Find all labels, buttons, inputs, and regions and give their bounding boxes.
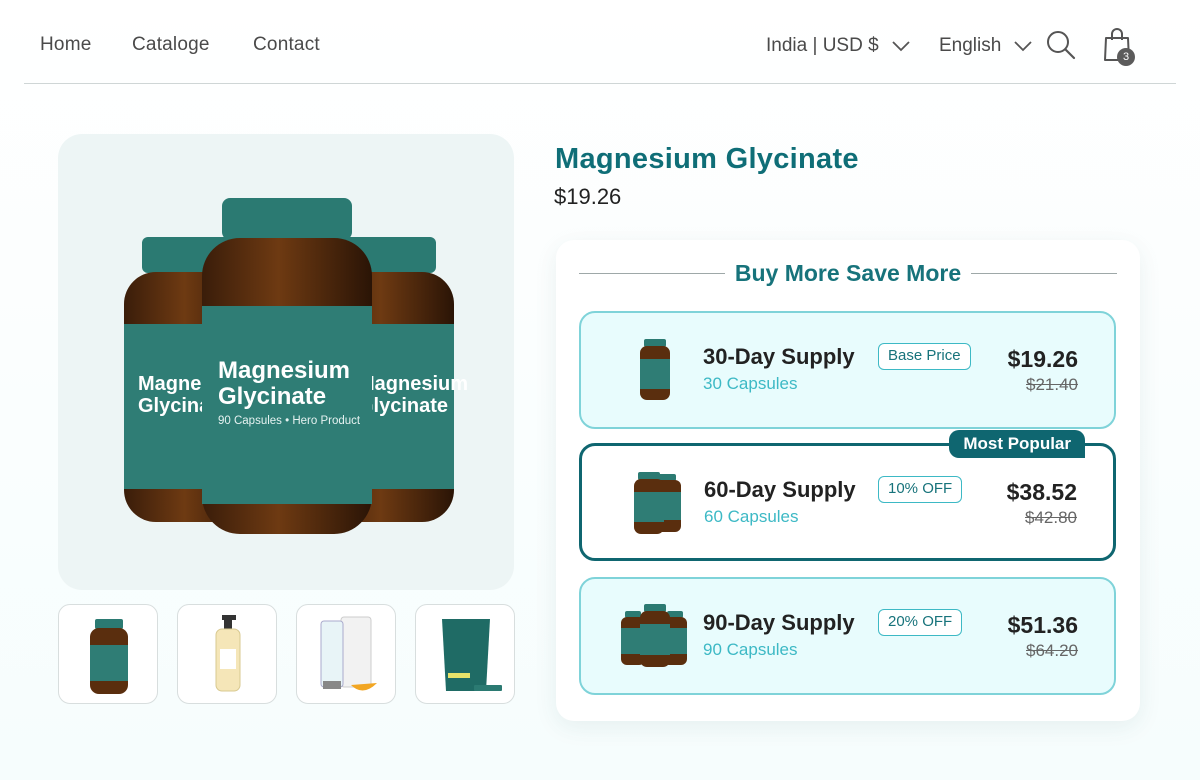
option-subtitle: 90 Capsules bbox=[703, 640, 798, 659]
front-label-sub: 90 Capsules • Hero Product bbox=[218, 415, 361, 427]
option-title: 90-Day Supply bbox=[703, 610, 855, 635]
front-label-line2: Glycinate bbox=[218, 383, 326, 410]
two-bottles-icon bbox=[634, 472, 681, 534]
divider bbox=[971, 272, 1117, 274]
option-price: $51.36 bbox=[1007, 612, 1078, 638]
search-icon[interactable] bbox=[1046, 30, 1076, 60]
thumbnail-magnesium-bottle[interactable] bbox=[58, 604, 158, 704]
single-bottle-icon bbox=[640, 339, 670, 400]
bundle-heading-row: Buy More Save More bbox=[579, 258, 1117, 288]
option-original-price: $21.40 bbox=[1026, 375, 1078, 394]
bundle-offer-card: Buy More Save More 30-Day Supply Base Pr… bbox=[556, 240, 1140, 721]
most-popular-badge: Most Popular bbox=[949, 430, 1085, 458]
option-title: 30-Day Supply bbox=[703, 344, 855, 369]
region-currency-label: India | USD $ bbox=[766, 35, 879, 56]
top-navigation: Home Cataloge Contact India | USD $ Engl… bbox=[24, 0, 1176, 84]
front-label-line1: Magnesium bbox=[218, 357, 350, 384]
option-subtitle: 60 Capsules bbox=[704, 507, 799, 526]
language-selector[interactable]: English bbox=[939, 35, 1033, 57]
pouch-icon bbox=[442, 619, 502, 691]
option-tag: Base Price bbox=[878, 343, 971, 370]
option-tag: 10% OFF bbox=[878, 476, 963, 503]
bottle-trio-illustration: Magnesium Glycinate Magnesium Glycinate … bbox=[124, 198, 468, 534]
bundle-option-90-day[interactable]: 90-Day Supply 20% OFF 90 Capsules $51.36… bbox=[579, 577, 1116, 695]
thumbnail-pump-bottle[interactable] bbox=[177, 604, 277, 704]
option-original-price: $64.20 bbox=[1026, 641, 1078, 660]
thumbnail-electrolyte-pouch[interactable] bbox=[415, 604, 515, 704]
nav-contact-link[interactable]: Contact bbox=[253, 34, 320, 56]
divider bbox=[579, 272, 725, 274]
chevron-down-icon bbox=[892, 41, 910, 52]
option-subtitle: 30 Capsules bbox=[703, 374, 798, 393]
product-title: Magnesium Glycinate bbox=[555, 143, 859, 175]
language-label: English bbox=[939, 35, 1002, 56]
option-price: $38.52 bbox=[1006, 479, 1077, 505]
main-product-image: Magnesium Glycinate Magnesium Glycinate … bbox=[58, 134, 514, 590]
nav-catalogue-link[interactable]: Cataloge bbox=[132, 34, 210, 56]
thumbnail-toothpaste[interactable] bbox=[296, 604, 396, 704]
back-right-label-line1: Magnesium bbox=[358, 373, 468, 395]
option-tag: 20% OFF bbox=[878, 609, 963, 636]
nav-home-link[interactable]: Home bbox=[40, 34, 91, 56]
three-bottles-icon bbox=[621, 604, 687, 667]
toothpaste-icon bbox=[320, 616, 377, 691]
option-title: 60-Day Supply bbox=[704, 477, 856, 502]
cart-count-badge: 3 bbox=[1117, 48, 1135, 66]
option-price: $19.26 bbox=[1007, 346, 1078, 372]
region-currency-selector[interactable]: India | USD $ bbox=[766, 35, 911, 57]
chevron-down-icon bbox=[1014, 41, 1032, 52]
pump-bottle-icon bbox=[215, 615, 241, 692]
bundle-option-60-day[interactable]: Most Popular 60-Day Supply 10% OFF 60 Ca… bbox=[579, 430, 1116, 561]
product-price: $19.26 bbox=[554, 184, 622, 209]
bundle-option-30-day[interactable]: 30-Day Supply Base Price 30 Capsules $19… bbox=[579, 311, 1116, 429]
bundle-heading: Buy More Save More bbox=[734, 259, 962, 286]
bottle-icon bbox=[90, 619, 128, 694]
option-original-price: $42.80 bbox=[1025, 508, 1077, 527]
